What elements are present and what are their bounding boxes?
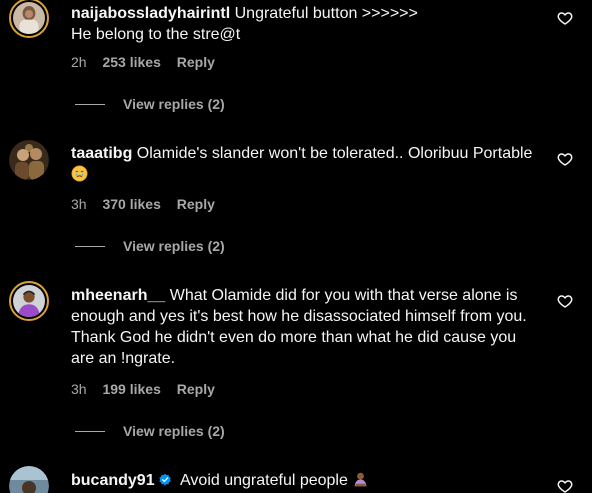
view-replies-button[interactable]: View replies (2) — [75, 423, 225, 439]
avatar-woman-photo — [13, 2, 45, 34]
comment-likes[interactable]: 199 likes — [102, 381, 160, 397]
reply-button[interactable]: Reply — [177, 381, 215, 397]
avatar[interactable] — [9, 466, 49, 493]
reply-button[interactable]: Reply — [177, 196, 215, 212]
avatar[interactable] — [9, 281, 49, 321]
heart-outline-icon[interactable] — [557, 151, 573, 167]
reply-button[interactable]: Reply — [177, 54, 215, 70]
comment-text-line2: He belong to the stre@t — [71, 26, 241, 43]
comment-username[interactable]: naijabossladyhairintl — [71, 5, 230, 22]
comment-likes[interactable]: 253 likes — [102, 54, 160, 70]
comment-text: Olamide's slander won't be tolerated.. O… — [136, 145, 533, 162]
comment-time: 2h — [71, 54, 87, 70]
comment-text: Avoid ungrateful people — [180, 472, 348, 489]
view-replies-label: View replies (2) — [123, 238, 225, 254]
heart-outline-icon[interactable] — [557, 478, 573, 493]
crying-face-emoji — [71, 165, 88, 182]
comments-feed: naijabossladyhairintl Ungrateful button … — [0, 0, 592, 493]
avatar-outdoor — [9, 466, 49, 493]
view-replies-button[interactable]: View replies (2) — [75, 238, 225, 254]
comment-username[interactable]: mheenarh__ — [71, 287, 165, 304]
person-bowing-emoji — [354, 472, 367, 487]
comment-likes[interactable]: 370 likes — [102, 196, 160, 212]
divider-line — [75, 104, 105, 105]
view-replies-button[interactable]: View replies (2) — [75, 96, 225, 112]
verified-badge-icon — [158, 473, 171, 486]
avatar-painting — [9, 140, 49, 180]
avatar-woman-purple — [13, 285, 45, 317]
heart-outline-icon[interactable] — [557, 293, 573, 309]
view-replies-label: View replies (2) — [123, 96, 225, 112]
avatar[interactable] — [9, 140, 49, 180]
heart-outline-icon[interactable] — [557, 10, 573, 26]
comment-username[interactable]: taaatibg — [71, 145, 132, 162]
divider-line — [75, 431, 105, 432]
comment-text: Ungrateful button >>>>>> — [234, 5, 418, 22]
comment-username[interactable]: bucandy91 — [71, 472, 155, 489]
view-replies-label: View replies (2) — [123, 423, 225, 439]
divider-line — [75, 246, 105, 247]
comment-time: 3h — [71, 381, 87, 397]
comment-time: 3h — [71, 196, 87, 212]
avatar[interactable] — [9, 0, 49, 38]
